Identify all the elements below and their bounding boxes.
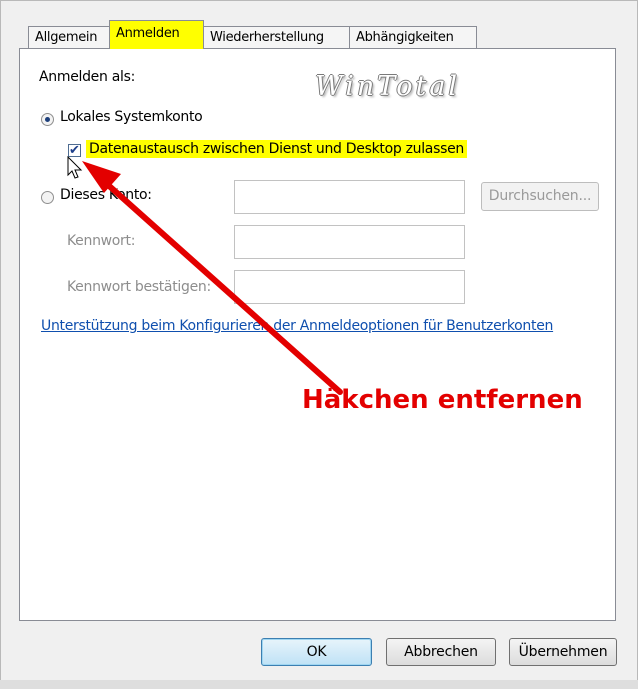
tab-label: Abhängigkeiten [356,30,454,45]
window-bottom-edge [0,680,638,689]
annotation-text: Häkchen entfernen [302,385,583,415]
apply-button[interactable]: Übernehmen [509,638,617,666]
tab-wiederherstellung[interactable]: Wiederherstellung [203,26,350,48]
mouse-cursor-icon [67,156,83,179]
cancel-button[interactable]: Abbrechen [386,638,496,666]
tab-panel-anmelden: Anmelden als: WinTotal Lokales Systemkon… [19,48,616,621]
tab-label: Wiederherstellung [210,30,324,45]
ok-button[interactable]: OK [261,638,372,666]
tab-abhaengigkeiten[interactable]: Abhängigkeiten [349,26,477,48]
tab-label: Anmelden [116,26,180,41]
tab-label: Allgemein [35,30,98,45]
tab-allgemein[interactable]: Allgemein [28,26,110,48]
annotation-arrow-icon [82,161,343,395]
tab-anmelden[interactable]: Anmelden [109,20,204,49]
